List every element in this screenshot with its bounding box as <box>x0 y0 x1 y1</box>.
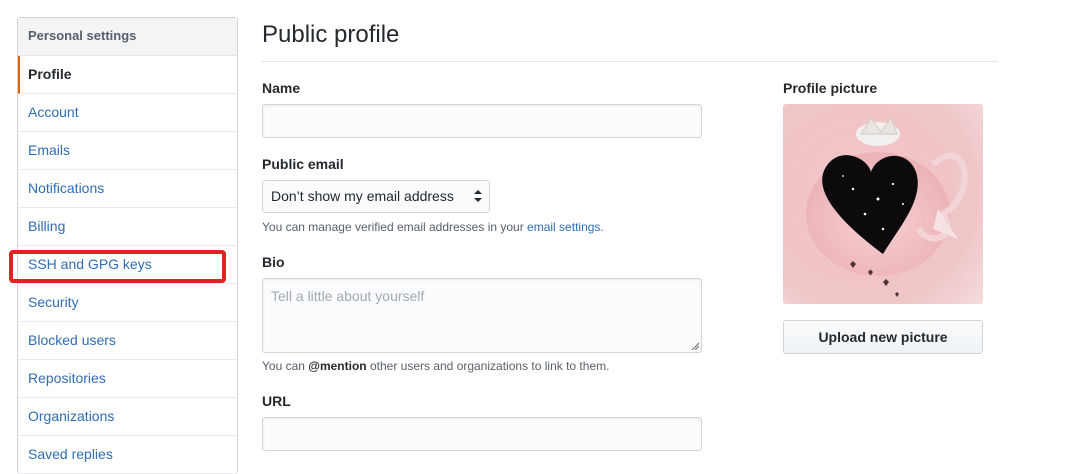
settings-sidebar: Personal settings Profile Account Emails… <box>17 17 238 474</box>
public-email-note: You can manage verified email addresses … <box>262 220 604 234</box>
url-input[interactable] <box>262 417 702 451</box>
page-title: Public profile <box>262 21 400 48</box>
sidebar-item-saved-replies[interactable]: Saved replies <box>18 436 237 474</box>
bio-label: Bio <box>262 254 285 270</box>
upload-picture-button[interactable]: Upload new picture <box>783 320 983 354</box>
mention-text: @mention <box>308 359 367 373</box>
sidebar-item-billing[interactable]: Billing <box>18 208 237 246</box>
bio-placeholder: Tell a little about yourself <box>271 288 425 304</box>
resize-grip-icon[interactable] <box>691 342 699 350</box>
bio-note-text: You can <box>262 359 309 373</box>
sidebar-item-account[interactable]: Account <box>18 94 237 132</box>
avatar <box>783 104 983 304</box>
sidebar-item-security[interactable]: Security <box>18 284 237 322</box>
sidebar-item-notifications[interactable]: Notifications <box>18 170 237 208</box>
select-arrows-icon <box>474 190 482 202</box>
sidebar-item-ssh-gpg-keys[interactable]: SSH and GPG keys <box>18 246 237 284</box>
public-email-label: Public email <box>262 156 344 172</box>
public-email-select[interactable]: Don’t show my email address <box>262 180 490 213</box>
sidebar-item-profile[interactable]: Profile <box>18 56 237 94</box>
sidebar-item-organizations[interactable]: Organizations <box>18 398 237 436</box>
public-email-note-text: You can manage verified email addresses … <box>262 220 528 234</box>
profile-picture-label: Profile picture <box>783 80 878 96</box>
public-email-selected-value: Don’t show my email address <box>271 188 454 204</box>
sidebar-item-blocked-users[interactable]: Blocked users <box>18 322 237 360</box>
bio-note-end: other users and organizations to link to… <box>366 359 610 373</box>
name-label: Name <box>262 80 301 96</box>
name-input[interactable] <box>262 104 702 138</box>
bio-textarea[interactable]: Tell a little about yourself <box>262 278 702 353</box>
title-divider <box>262 61 998 62</box>
sidebar-header: Personal settings <box>18 18 237 56</box>
avatar-heart-image <box>806 116 968 297</box>
sidebar-item-repositories[interactable]: Repositories <box>18 360 237 398</box>
public-email-note-end: . <box>600 220 604 234</box>
bio-note: You can @mention other users and organiz… <box>262 359 609 373</box>
email-settings-link[interactable]: email settings <box>527 220 600 234</box>
url-label: URL <box>262 393 291 409</box>
sidebar-item-emails[interactable]: Emails <box>18 132 237 170</box>
